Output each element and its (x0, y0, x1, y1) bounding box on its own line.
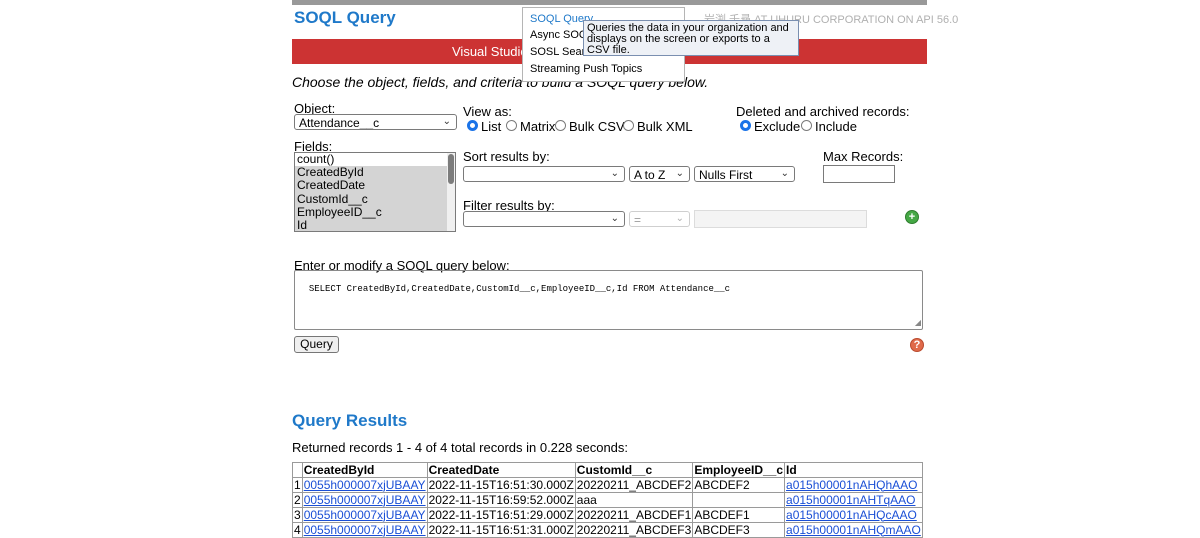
view-as-label: View as: (463, 104, 512, 119)
sort-label: Sort results by: (463, 149, 550, 164)
query-textarea[interactable]: SELECT CreatedById,CreatedDate,CustomId_… (294, 270, 923, 330)
employeeid-cell: ABCDEF1 (692, 507, 786, 523)
fields-listbox[interactable]: count() CreatedById CreatedDate CustomId… (294, 152, 456, 232)
chevron-down-icon: ⌄ (610, 168, 619, 179)
view-as-list-radio[interactable] (467, 120, 478, 131)
query-text: SELECT CreatedById,CreatedDate,CustomId_… (308, 284, 731, 294)
createddate-cell: 2022-11-15T16:51:31.000Z (426, 522, 576, 538)
id-link[interactable]: a015h00001nAHQhAAO (784, 477, 923, 493)
row-number: 1 (292, 477, 303, 493)
employeeid-cell (692, 492, 786, 508)
view-as-bulk-csv-label: Bulk CSV (569, 119, 625, 134)
help-icon[interactable]: ? (910, 338, 924, 352)
view-as-bulk-xml-label: Bulk XML (637, 119, 693, 134)
header-employeeid[interactable]: EmployeeID__c (692, 462, 786, 478)
filter-operator-value: = (634, 213, 642, 227)
sort-nulls-value: Nulls First (699, 168, 753, 182)
nav-item-visual-studio[interactable]: Visual Studio (452, 44, 528, 59)
row-number: 2 (292, 492, 303, 508)
results-table: CreatedById CreatedDate CustomId__c Empl… (292, 462, 923, 538)
query-button[interactable]: Query (294, 336, 339, 353)
employeeid-cell: ABCDEF2 (692, 477, 786, 493)
sort-field-select[interactable]: ⌄ (463, 166, 625, 182)
customid-cell: 20220211_ABCDEF3 (574, 522, 694, 538)
employeeid-cell: ABCDEF3 (692, 522, 786, 538)
id-link[interactable]: a015h00001nAHQmAAO (784, 522, 923, 538)
max-records-input[interactable] (823, 165, 895, 183)
table-row: 2 0055h000007xjUBAAY 2022-11-15T16:59:52… (292, 492, 923, 508)
fields-scrollbar-thumb[interactable] (448, 154, 454, 184)
chevron-down-icon: ⌄ (442, 116, 451, 127)
sort-direction-value: A to Z (634, 168, 666, 182)
customid-cell: 20220211_ABCDEF2 (574, 477, 694, 493)
menu-item-sosl-search[interactable]: SOSL Searc (530, 46, 591, 58)
createdbyid-link[interactable]: 0055h000007xjUBAAY (301, 477, 428, 493)
createddate-cell: 2022-11-15T16:51:30.000Z (426, 477, 576, 493)
deleted-include-label: Include (815, 119, 857, 134)
header-id[interactable]: Id (784, 462, 923, 478)
header-createdbyid[interactable]: CreatedById (301, 462, 428, 478)
page-title: SOQL Query (294, 8, 396, 27)
max-records-label: Max Records: (823, 149, 904, 164)
results-summary: Returned records 1 - 4 of 4 total record… (292, 440, 629, 455)
chevron-down-icon: ⌄ (780, 168, 789, 179)
sort-nulls-select[interactable]: Nulls First ⌄ (694, 166, 795, 182)
object-select-value: Attendance__c (299, 116, 380, 130)
table-row: 3 0055h000007xjUBAAY 2022-11-15T16:51:29… (292, 507, 923, 523)
top-bar (292, 0, 927, 5)
id-link[interactable]: a015h00001nAHQcAAO (784, 507, 923, 523)
customid-cell: aaa (574, 492, 694, 508)
header-row-number (292, 462, 303, 478)
chevron-down-icon: ⌄ (675, 213, 684, 224)
createdbyid-link[interactable]: 0055h000007xjUBAAY (301, 492, 428, 508)
deleted-exclude-label: Exclude (754, 119, 801, 134)
filter-value-input[interactable] (694, 210, 867, 228)
filter-field-select[interactable]: ⌄ (463, 211, 625, 227)
id-link[interactable]: a015h00001nAHTqAAO (784, 492, 923, 508)
table-row: 1 0055h000007xjUBAAY 2022-11-15T16:51:30… (292, 477, 923, 493)
deleted-include-radio[interactable] (801, 120, 812, 131)
add-filter-icon[interactable]: + (905, 210, 919, 224)
createdbyid-link[interactable]: 0055h000007xjUBAAY (301, 522, 428, 538)
resize-handle-icon[interactable]: ◢ (915, 318, 921, 328)
object-select[interactable]: Attendance__c ⌄ (294, 114, 457, 130)
view-as-list-label: List (481, 119, 502, 134)
header-createddate[interactable]: CreatedDate (426, 462, 576, 478)
field-option-employeeid[interactable]: EmployeeID__c (295, 205, 455, 219)
field-option-id[interactable]: Id (295, 218, 455, 231)
results-header-row: CreatedById CreatedDate CustomId__c Empl… (292, 462, 923, 478)
row-number: 3 (292, 507, 303, 523)
view-as-bulk-csv-radio[interactable] (555, 120, 566, 131)
createddate-cell: 2022-11-15T16:59:52.000Z (426, 492, 576, 508)
filter-operator-select[interactable]: = ⌄ (629, 211, 690, 227)
header-customid[interactable]: CustomId__c (574, 462, 694, 478)
view-as-bulk-xml-radio[interactable] (623, 120, 634, 131)
view-as-matrix-label: Matrix (520, 119, 556, 134)
chevron-down-icon: ⌄ (610, 213, 619, 224)
view-as-matrix-radio[interactable] (506, 120, 517, 131)
menu-tooltip: Queries the data in your organization an… (583, 20, 799, 56)
menu-item-async-soql[interactable]: Async SOQ (530, 29, 587, 41)
sort-direction-select[interactable]: A to Z ⌄ (629, 166, 690, 182)
row-number: 4 (292, 522, 303, 538)
createdbyid-link[interactable]: 0055h000007xjUBAAY (301, 507, 428, 523)
table-row: 4 0055h000007xjUBAAY 2022-11-15T16:51:31… (292, 522, 923, 538)
customid-cell: 20220211_ABCDEF1 (574, 507, 694, 523)
menu-item-streaming-push-topics[interactable]: Streaming Push Topics (530, 63, 642, 75)
field-option-createddate[interactable]: CreatedDate (295, 179, 455, 193)
deleted-exclude-radio[interactable] (740, 120, 751, 131)
createddate-cell: 2022-11-15T16:51:29.000Z (426, 507, 576, 523)
results-title: Query Results (292, 411, 408, 430)
chevron-down-icon: ⌄ (675, 168, 684, 179)
field-option-customid[interactable]: CustomId__c (295, 192, 455, 206)
deleted-records-label: Deleted and archived records: (736, 104, 910, 119)
